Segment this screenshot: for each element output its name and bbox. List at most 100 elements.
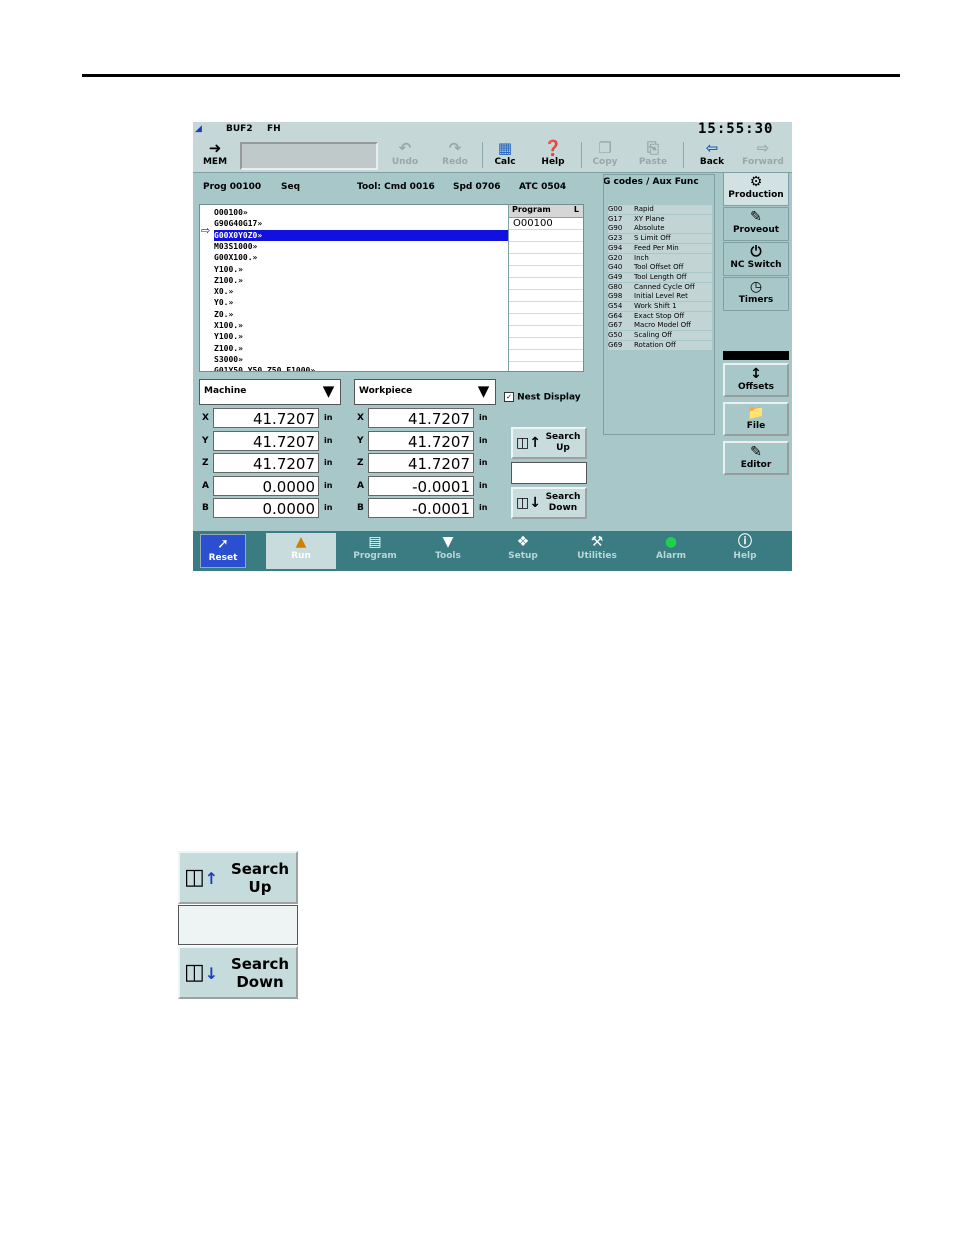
paste-button[interactable]: ⎘ Paste — [631, 140, 675, 170]
program-line[interactable]: Z0.» — [214, 309, 233, 320]
workpiece-coord-dropdown[interactable]: Workpiece ▼ — [354, 379, 496, 405]
wrench-icon: ⚒ — [590, 534, 604, 550]
program-line[interactable]: G00X0Y0Z0» — [214, 229, 508, 241]
toolbar-separator — [683, 142, 684, 168]
machine-axis-value: 0.0000 — [213, 475, 319, 496]
program-line[interactable]: O00100» — [214, 207, 248, 218]
program-line[interactable]: M03S1000» — [214, 241, 257, 252]
timers-button[interactable]: ◷ Timers — [723, 277, 789, 311]
search-input-large[interactable] — [178, 905, 298, 945]
prog-label: Prog 00100 — [203, 182, 262, 192]
mem-display — [240, 142, 378, 170]
atc-label: ATC 0504 — [519, 182, 567, 192]
program-line[interactable]: Y100.» — [214, 331, 243, 342]
redo-button[interactable]: ↷ Redo — [433, 140, 477, 170]
forward-button[interactable]: ⇨ Forward — [741, 140, 785, 170]
editor-icon: ✎ — [750, 444, 762, 460]
gcode-row: G54 Work Shift 1 — [608, 302, 712, 311]
program-table: Program L O00100 — [508, 205, 583, 371]
search-input[interactable] — [511, 462, 587, 484]
mem-button[interactable]: ➜ MEM — [193, 140, 237, 170]
workpiece-unit: in — [479, 503, 488, 512]
program-line[interactable]: X0.» — [214, 286, 233, 297]
machine-axis-value: 41.7207 — [213, 453, 319, 473]
production-button[interactable]: ⚙ Production — [723, 172, 789, 206]
workpiece-axis-label: A — [357, 480, 364, 491]
binoculars-up-icon: ◫↑ — [184, 865, 219, 890]
search-up-button-large[interactable]: ◫↑ Search Up — [178, 851, 298, 904]
gcode-row: G17 XY Plane — [608, 214, 712, 224]
tab-program[interactable]: ▤ Program — [339, 533, 411, 569]
program-line[interactable]: G01Y50 Y50 Z50 F1000» — [214, 365, 315, 371]
program-table-header: Program L — [509, 205, 583, 218]
tab-setup[interactable]: ❖ Setup — [487, 533, 559, 569]
logo-icon: ◢ — [195, 124, 202, 134]
proveout-icon: ✎ — [750, 209, 762, 225]
workpiece-axis-value: 41.7207 — [368, 408, 474, 428]
program-line[interactable]: Z100.» — [214, 343, 243, 354]
alarm-light-icon: ● — [664, 534, 678, 550]
tab-help[interactable]: ⓘ Help — [709, 533, 781, 569]
machine-axis-label: B — [202, 503, 209, 513]
editor-button[interactable]: ✎ Editor — [723, 441, 789, 475]
program-line[interactable]: Y0.» — [214, 297, 233, 308]
workpiece-unit: in — [479, 435, 488, 445]
machine-unit: in — [324, 435, 333, 445]
help-button[interactable]: ❓ Help — [531, 140, 575, 170]
binoculars-down-icon: ◫↓ — [516, 495, 541, 511]
tab-run[interactable]: ▲ Run — [266, 533, 336, 569]
info-icon: ⓘ — [738, 534, 752, 550]
nc-switch-button[interactable]: ⏻ NC Switch — [723, 242, 789, 276]
back-arrow-icon: ⇦ — [705, 139, 719, 157]
gcode-row: G98 Initial Level Ret — [608, 292, 712, 302]
search-down-button-large[interactable]: ◫↓ Search Down — [178, 946, 298, 999]
machine-axis-value: 41.7207 — [213, 408, 319, 428]
workpiece-unit: in — [479, 480, 488, 490]
search-down-button[interactable]: ◫↓ Search Down — [511, 487, 587, 519]
machine-coord-dropdown[interactable]: Machine ▼ — [199, 379, 341, 405]
program-line[interactable]: X100.» — [214, 320, 243, 331]
search-up-button[interactable]: ◫↑ Search Up — [511, 427, 587, 459]
undo-icon: ↶ — [398, 139, 412, 157]
panel-divider — [723, 351, 789, 360]
workpiece-axis-label: Z — [357, 458, 364, 468]
nest-display-checkbox[interactable]: ✓ Nest Display — [504, 392, 581, 403]
program-line[interactable]: Z100.» — [214, 275, 243, 286]
reset-button[interactable]: ➚ Reset — [200, 534, 246, 568]
proveout-button[interactable]: ✎ Proveout — [723, 207, 789, 241]
machine-axis-label: Y — [202, 435, 209, 446]
file-button[interactable]: 📁 File — [723, 402, 789, 436]
buffer-label: BUF2 — [226, 124, 253, 134]
tab-utilities[interactable]: ⚒ Utilities — [561, 533, 633, 569]
gcode-row: G94 Feed Per Min — [608, 243, 712, 253]
machine-unit: in — [324, 413, 333, 422]
program-line[interactable]: G90G40G17» — [214, 218, 262, 229]
tools-icon: ▼ — [442, 534, 454, 550]
offsets-button[interactable]: ↕ Offsets — [723, 363, 789, 397]
reset-icon: ➚ — [217, 536, 229, 552]
binoculars-up-icon: ◫↑ — [516, 435, 541, 451]
help-cursor-icon: ❓ — [543, 139, 563, 157]
tab-tools[interactable]: ▼ Tools — [412, 533, 484, 569]
dropdown-arrow-icon: ▼ — [319, 382, 338, 401]
tab-alarm[interactable]: ● Alarm — [635, 533, 707, 569]
workpiece-axis-value: 41.7207 — [368, 453, 474, 473]
bottom-nav: ➚ Reset ▲ Run ▤ Program ▼ Tools ❖ Setup ⚒ Util… — [193, 531, 792, 571]
copy-button[interactable]: ❐ Copy — [583, 140, 627, 170]
program-line[interactable]: G00X100.» — [214, 252, 257, 263]
calc-button[interactable]: ▦ Calc — [483, 140, 527, 170]
program-line[interactable]: S3000» — [214, 354, 243, 365]
program-listing[interactable]: ⇨ O00100» G90G40G17» G00X0Y0Z0» M03S1000» G0… — [199, 204, 584, 372]
gcode-row: G20 Inch — [608, 253, 712, 263]
back-button[interactable]: ⇦ Back — [690, 140, 734, 170]
gcode-row: G90 Absolute — [608, 224, 712, 234]
checkbox-checked-icon: ✓ — [504, 392, 514, 402]
gcode-row: G00 Rapid — [608, 205, 712, 214]
workpiece-axis-label: B — [357, 503, 364, 513]
undo-button[interactable]: ↶ Undo — [383, 140, 427, 170]
machine-axis-label: X — [202, 413, 209, 423]
program-table-row[interactable]: O00100 — [509, 218, 583, 230]
spindle-label: Spd 0706 — [453, 182, 501, 192]
mode-label: FH — [267, 124, 281, 134]
program-line[interactable]: Y100.» — [214, 264, 243, 275]
